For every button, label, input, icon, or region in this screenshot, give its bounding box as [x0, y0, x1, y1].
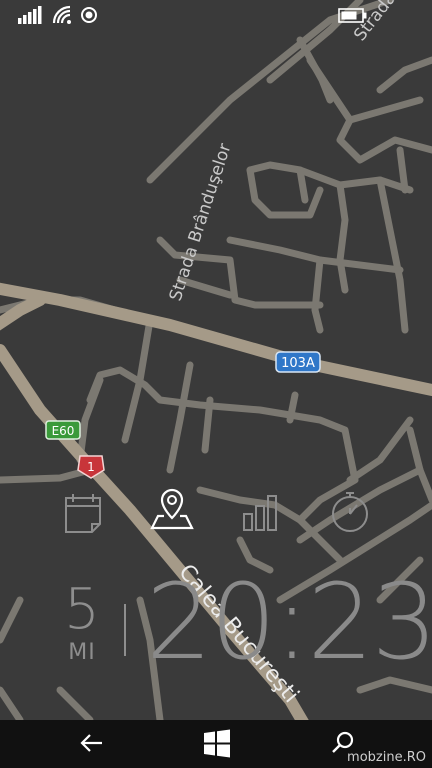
back-button[interactable]: [62, 720, 122, 768]
location-ring-icon: [81, 7, 97, 23]
date-day-number: 5: [64, 577, 100, 642]
lock-screen: 103A E60 1 Strada Strada Brânduşelor Cal…: [0, 0, 432, 768]
status-bar: [0, 0, 432, 30]
lock-screen-quick-icons: [0, 488, 432, 544]
date-weekday: MI: [68, 640, 96, 665]
battery-icon: [338, 8, 367, 23]
svg-text:103A: 103A: [281, 356, 315, 371]
stopwatch-icon: [332, 492, 368, 532]
date-time-separator: [124, 604, 126, 656]
calendar-icon: [65, 494, 101, 533]
wifi-icon: [52, 5, 71, 24]
clock-time: 20:23: [146, 561, 432, 683]
watermark: mobzine.RO: [347, 750, 426, 765]
windows-logo-icon: [204, 729, 230, 758]
start-button[interactable]: [186, 720, 246, 768]
svg-text:E60: E60: [52, 424, 75, 438]
road-badge-103a: 103A: [275, 351, 321, 373]
bar-chart-icon: [243, 495, 277, 531]
svg-text:1: 1: [87, 460, 95, 474]
location-pin-icon: [150, 488, 194, 530]
road-badge-e60: E60: [45, 420, 81, 440]
signal-bars-icon: [18, 6, 42, 24]
back-arrow-icon: [80, 734, 102, 752]
